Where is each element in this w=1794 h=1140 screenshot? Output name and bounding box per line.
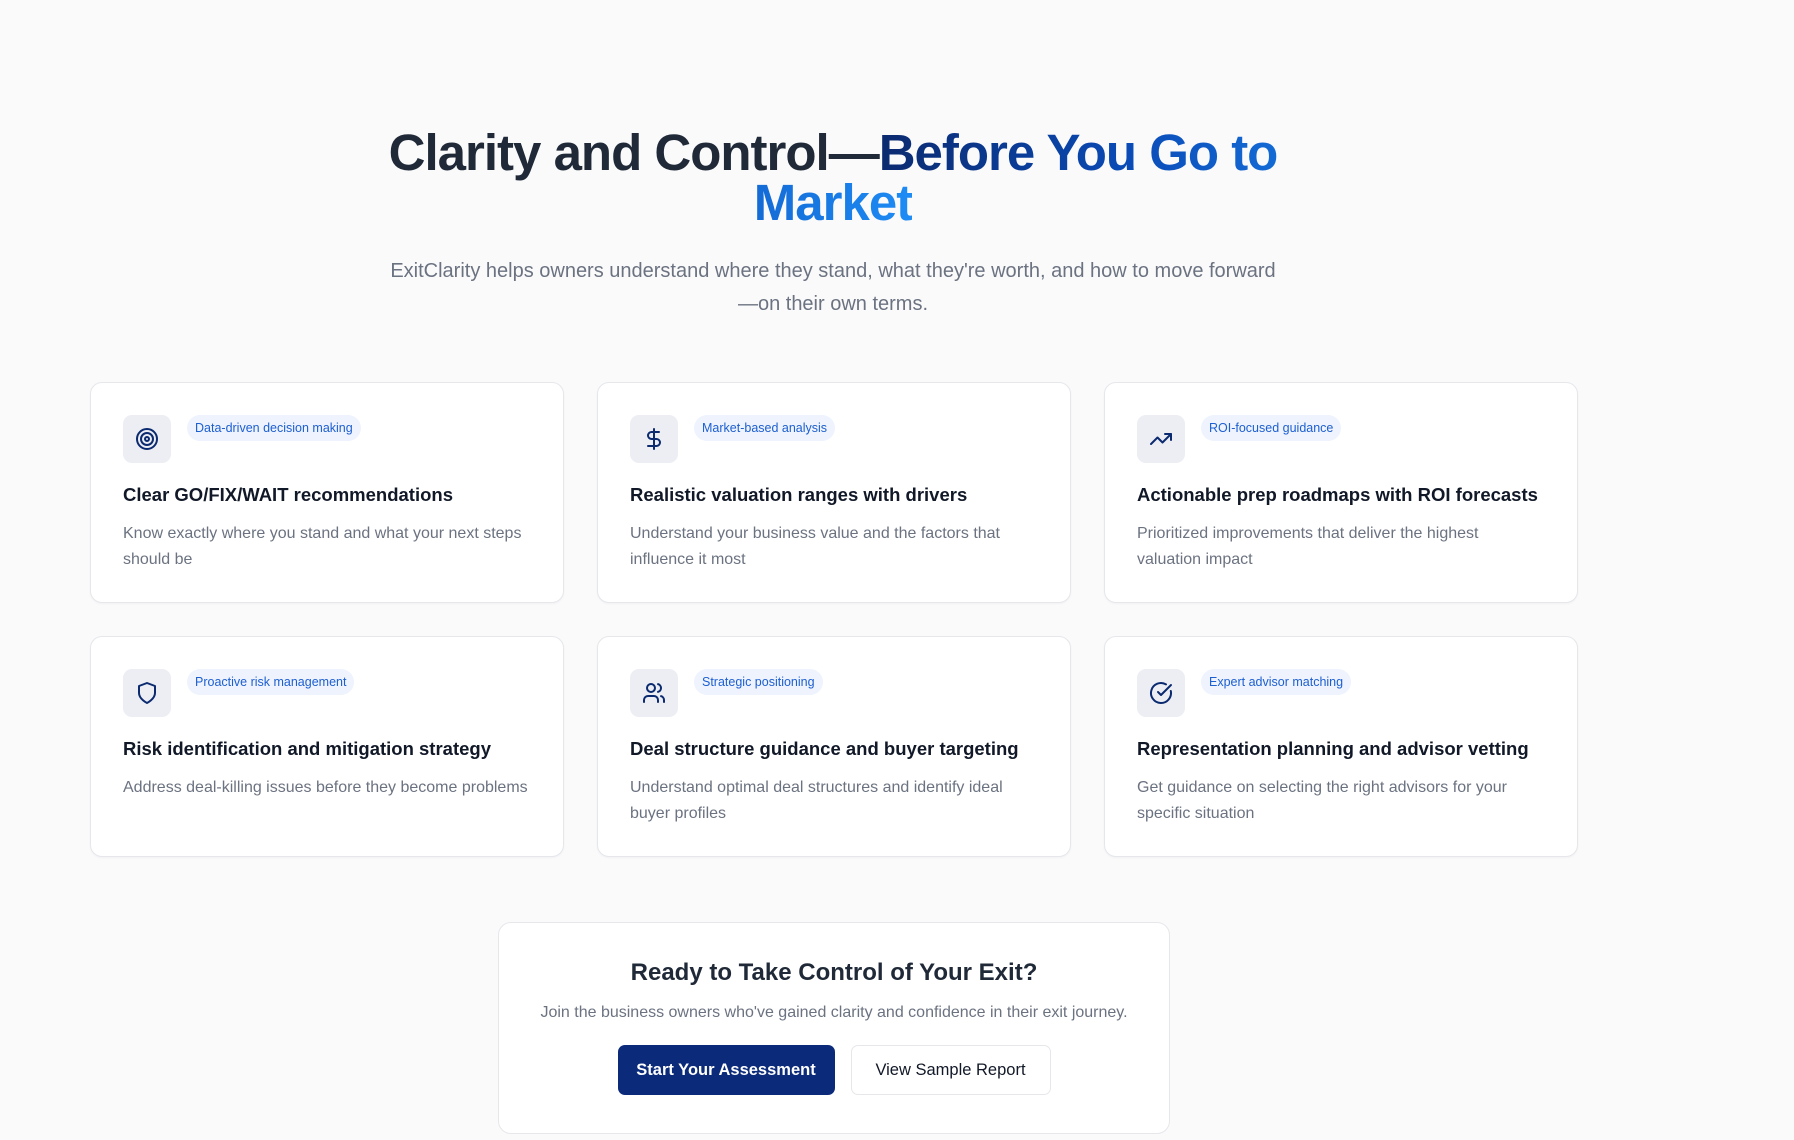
target-icon xyxy=(123,415,171,463)
start-assessment-button[interactable]: Start Your Assessment xyxy=(617,1045,835,1095)
feature-badge: Data-driven decision making xyxy=(187,415,361,441)
feature-description: Prioritized improvements that deliver th… xyxy=(1137,525,1479,568)
feature-card: ROI-focused guidance Actionable prep roa… xyxy=(1104,382,1578,603)
cta-title: Ready to Take Control of Your Exit? xyxy=(630,959,1038,986)
hero-subtitle: ExitClarity helps owners understand wher… xyxy=(390,260,1276,315)
feature-card: Data-driven decision making Clear GO/FIX… xyxy=(90,382,564,603)
hero-section: Clarity and Control—Before You Go to Mar… xyxy=(0,127,1666,321)
hero-title-plain: Clarity and Control— xyxy=(388,124,880,181)
feature-description: Address deal-killing issues before they … xyxy=(123,779,528,796)
dollar-icon xyxy=(630,415,678,463)
feature-badge: ROI-focused guidance xyxy=(1201,415,1342,441)
features-row: Proactive risk management Risk identific… xyxy=(90,636,1578,857)
trending-up-icon xyxy=(1137,415,1185,463)
feature-title: Realistic valuation ranges with drivers xyxy=(630,484,968,505)
features-grid: Data-driven decision making Clear GO/FIX… xyxy=(90,382,1578,890)
feature-badge: Expert advisor matching xyxy=(1201,669,1352,695)
feature-title: Clear GO/FIX/WAIT recommendations xyxy=(123,484,453,505)
feature-description: Get guidance on selecting the right advi… xyxy=(1137,779,1507,822)
feature-card: Market-based analysis Realistic valuatio… xyxy=(597,382,1071,603)
feature-title: Actionable prep roadmaps with ROI foreca… xyxy=(1137,484,1538,505)
feature-description: Know exactly where you stand and what yo… xyxy=(123,525,522,568)
feature-card: Expert advisor matching Representation p… xyxy=(1104,636,1578,857)
feature-description: Understand optimal deal structures and i… xyxy=(630,779,1003,822)
shield-icon xyxy=(123,669,171,717)
feature-card: Proactive risk management Risk identific… xyxy=(90,636,564,857)
features-row: Data-driven decision making Clear GO/FIX… xyxy=(90,382,1578,603)
feature-badge: Proactive risk management xyxy=(187,669,355,695)
check-circle-icon xyxy=(1137,669,1185,717)
feature-description: Understand your business value and the f… xyxy=(630,525,1000,568)
feature-badge: Strategic positioning xyxy=(694,669,823,695)
feature-badge: Market-based analysis xyxy=(694,415,836,441)
cta-subtitle: Join the business owners who've gained c… xyxy=(540,1004,1128,1021)
page: Clarity and Control—Before You Go to Mar… xyxy=(0,0,1794,1140)
feature-title: Deal structure guidance and buyer target… xyxy=(630,738,1019,759)
cta-buttons: Start Your Assessment View Sample Report xyxy=(499,1045,1169,1095)
feature-title: Representation planning and advisor vett… xyxy=(1137,738,1529,759)
cta-panel: Ready to Take Control of Your Exit? Join… xyxy=(498,922,1170,1134)
view-sample-report-button[interactable]: View Sample Report xyxy=(850,1045,1051,1095)
users-icon xyxy=(630,669,678,717)
hero-title: Clarity and Control—Before You Go to Mar… xyxy=(383,127,1283,228)
feature-title: Risk identification and mitigation strat… xyxy=(123,738,491,759)
feature-card: Strategic positioning Deal structure gui… xyxy=(597,636,1071,857)
